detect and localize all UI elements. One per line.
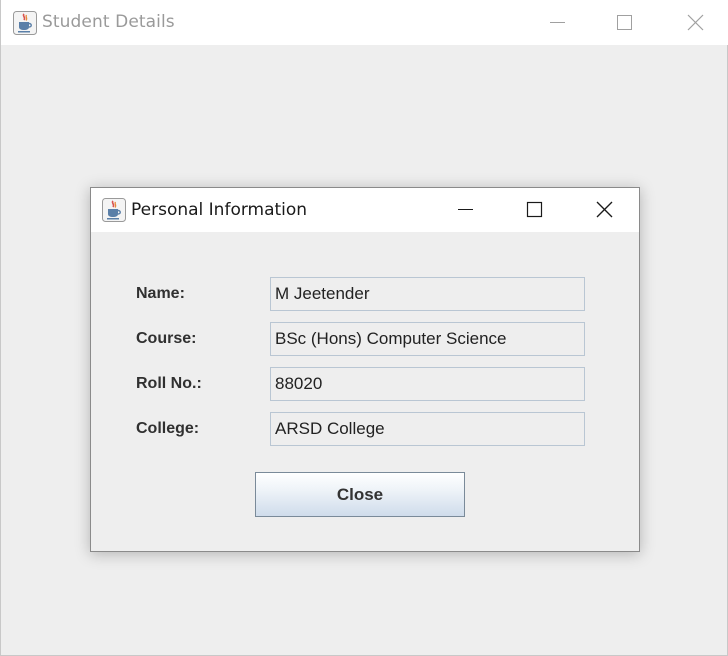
name-row: Name: M Jeetender (91, 277, 639, 311)
dialog-close-button[interactable] (581, 188, 627, 233)
roll-no-row: Roll No.: 88020 (91, 367, 639, 401)
close-button[interactable]: Close (255, 472, 465, 517)
minimize-icon (458, 209, 473, 210)
name-label: Name: (136, 285, 185, 302)
dialog-title: Personal Information (131, 200, 308, 220)
dialog-titlebar[interactable]: Personal Information (91, 188, 639, 232)
close-icon (687, 14, 704, 31)
minimize-button[interactable] (533, 0, 579, 45)
course-label: Course: (136, 330, 197, 347)
close-window-button[interactable] (672, 0, 718, 45)
outer-titlebar[interactable]: Student Details (1, 0, 728, 45)
college-row: College: ARSD College (91, 412, 639, 446)
roll-no-label: Roll No.: (136, 375, 202, 392)
personal-information-dialog: Personal Information Name: M Jeetender C… (90, 187, 640, 552)
close-icon (596, 201, 613, 218)
window-title: Student Details (42, 12, 175, 32)
java-cup-icon (13, 11, 37, 35)
maximize-icon (526, 201, 543, 218)
roll-no-field[interactable]: 88020 (270, 367, 585, 401)
dialog-maximize-button[interactable] (511, 188, 557, 233)
course-row: Course: BSc (Hons) Computer Science (91, 322, 639, 356)
college-label: College: (136, 420, 200, 437)
course-field[interactable]: BSc (Hons) Computer Science (270, 322, 585, 356)
maximize-icon (617, 15, 632, 30)
minimize-icon (550, 22, 565, 23)
name-field[interactable]: M Jeetender (270, 277, 585, 311)
maximize-button[interactable] (602, 0, 648, 45)
dialog-minimize-button[interactable] (442, 188, 488, 233)
java-cup-icon (102, 198, 126, 222)
college-field[interactable]: ARSD College (270, 412, 585, 446)
